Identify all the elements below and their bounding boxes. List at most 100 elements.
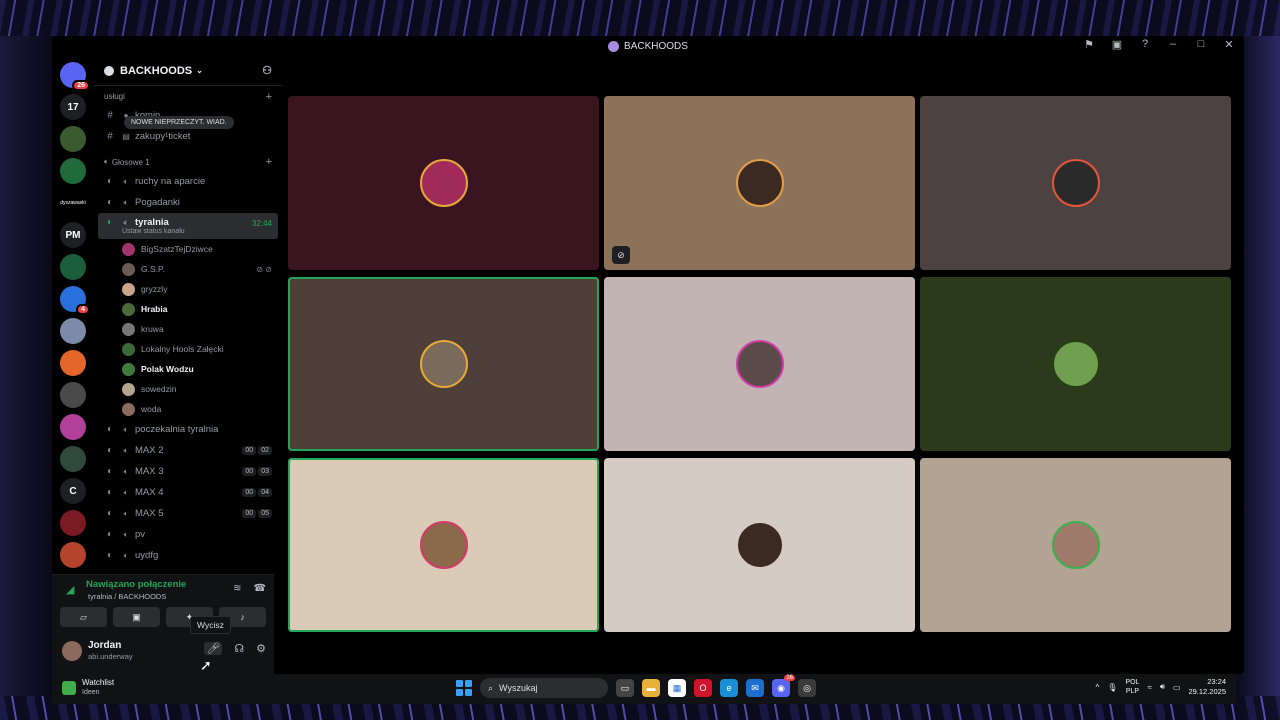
server-icon[interactable] <box>60 254 86 280</box>
participant-avatar <box>419 340 468 388</box>
opera-icon[interactable]: O <box>694 679 712 697</box>
user-limit-counter: 00 04 <box>242 488 272 497</box>
chevron-up-icon[interactable]: ^ <box>1096 683 1100 692</box>
server-icon[interactable]: dyszawaski <box>60 190 86 216</box>
voice-member[interactable]: sowedzin <box>98 379 278 399</box>
server-icon[interactable] <box>60 542 86 568</box>
video-tile[interactable] <box>920 96 1231 270</box>
hash-icon: # <box>107 110 113 121</box>
help-icon[interactable]: ? <box>1138 38 1152 51</box>
server-icon[interactable] <box>60 382 86 408</box>
server-icon[interactable] <box>60 158 86 184</box>
video-tile[interactable] <box>920 458 1231 632</box>
volume-icon[interactable]: 🔊︎ <box>1160 682 1165 692</box>
voice-channel[interactable]: ◐ 🔈︎ MAX 4 00 04 <box>98 482 278 503</box>
voice-channel[interactable]: ◐ 🔈︎ pv <box>98 524 278 545</box>
server-icon[interactable] <box>60 318 86 344</box>
server-icon[interactable]: 4 <box>60 286 90 315</box>
channel-status-text[interactable]: Ustaw status kanału <box>122 228 185 235</box>
server-icon[interactable] <box>60 126 86 152</box>
server-icon <box>608 40 620 52</box>
text-channel[interactable]: # ▤ zakupy¹ticket <box>98 126 278 147</box>
maximize-button[interactable]: □ <box>1194 38 1208 51</box>
voice-channel[interactable]: ◐ 🔈︎ ruchy na aparcie <box>98 171 278 192</box>
widgets-button[interactable]: Watchlist Ideen <box>62 678 114 697</box>
close-button[interactable]: ✕ <box>1222 38 1236 51</box>
voice-member[interactable]: Lokalny Hools Załęcki <box>98 339 278 359</box>
wifi-icon[interactable]: ≈ <box>1147 683 1151 692</box>
discord-icon[interactable]: ◉ 26 <box>772 675 795 697</box>
participant-avatar <box>1051 521 1100 569</box>
video-tile[interactable]: ⊘ <box>604 96 915 270</box>
headphones-icon[interactable]: ☊ <box>234 642 244 655</box>
disconnect-icon[interactable]: ☎ <box>254 583 266 594</box>
category-voice[interactable]: 🔈︎ Głosowe 1 + <box>98 153 278 171</box>
screen-share-icon[interactable]: ▣ <box>1110 38 1124 51</box>
voice-member[interactable]: BigSzatzTejDziwce <box>98 239 278 259</box>
avatar <box>122 402 135 416</box>
server-icon[interactable] <box>60 446 86 472</box>
user-name[interactable]: Jordan <box>88 640 121 651</box>
participant-avatar <box>419 159 468 207</box>
server-icon[interactable] <box>60 510 86 536</box>
avatar[interactable] <box>62 641 82 661</box>
watchlist-icon <box>62 680 76 695</box>
noise-suppression-icon[interactable]: ≋ <box>233 583 241 594</box>
camera-button[interactable]: ▱ <box>60 607 107 627</box>
voice-member[interactable]: Polak Wodzu <box>98 359 278 379</box>
start-button[interactable] <box>456 680 472 696</box>
search-box[interactable]: ⌕ Wyszukaj <box>480 678 608 698</box>
microphone-icon[interactable]: 🎤︎ <box>204 642 223 655</box>
microphone-tray-icon[interactable]: 🎙︎ <box>1107 683 1117 692</box>
voice-channel[interactable]: ◐ 🔈︎ MAX 2 00 02 <box>98 440 278 461</box>
gear-icon[interactable]: ⚙ <box>256 642 266 655</box>
voice-member[interactable]: kruwa <box>98 319 278 339</box>
server-icon[interactable]: 17 <box>60 94 86 120</box>
voice-member[interactable]: G.S.P. ⊘ ⊘ <box>98 259 278 279</box>
voice-member[interactable]: gryzzly <box>98 279 278 299</box>
guild-header[interactable]: BACKHOODS ⌄ ⚇ <box>94 56 282 86</box>
server-icon[interactable]: PM <box>60 222 86 248</box>
task-view-icon[interactable]: ▭ <box>616 679 634 697</box>
video-tile[interactable] <box>920 277 1231 451</box>
voice-channel[interactable]: ◐ 🔈︎ uydfg <box>98 545 278 566</box>
server-icon[interactable] <box>60 414 86 440</box>
outlook-icon[interactable]: ✉ <box>746 679 764 697</box>
screen-share-button[interactable]: ▣ <box>113 607 160 627</box>
voice-channel[interactable]: ◐ 🔈︎ Pogadanki <box>98 192 278 213</box>
voice-channel[interactable]: ◐ 🔈︎ MAX 3 00 03 <box>98 461 278 482</box>
edge-icon[interactable]: e <box>720 679 738 697</box>
explorer-icon[interactable]: ▬ <box>642 679 660 697</box>
server-icon[interactable]: C <box>60 478 86 504</box>
add-channel-icon[interactable]: + <box>266 91 272 103</box>
minimize-button[interactable]: – <box>1166 38 1180 51</box>
add-channel-icon[interactable]: + <box>266 156 272 168</box>
server-icon[interactable]: 26 <box>60 62 90 91</box>
voice-channel-active[interactable]: ◐ 🔈︎ tyralnia Ustaw status kanału 32:44 <box>98 213 278 239</box>
category-uslugi[interactable]: usługi + <box>98 88 278 105</box>
video-tile[interactable] <box>288 96 599 270</box>
voice-member[interactable]: Hrabia <box>98 299 278 319</box>
connection-channel[interactable]: tyralnia / BACKHOODS <box>88 592 166 601</box>
video-tile[interactable] <box>604 458 915 632</box>
signal-icon[interactable]: ◢ <box>66 583 74 596</box>
video-tile[interactable] <box>288 458 599 632</box>
video-tile[interactable] <box>288 277 599 451</box>
battery-icon[interactable]: ▭ <box>1173 683 1181 692</box>
voice-channel[interactable]: ◐ 🔈︎ MAX 5 00 05 <box>98 503 278 524</box>
speaker-icon: 🔈︎ <box>123 550 129 560</box>
connection-status[interactable]: Nawiązano połączenie <box>86 579 186 590</box>
voice-channel[interactable]: ◐ 🔈︎ poczekalnia tyralnia <box>98 419 278 440</box>
chrome-icon[interactable]: ◎ <box>798 679 816 697</box>
voice-member[interactable]: woda <box>98 399 278 419</box>
clock[interactable]: 23:24 29.12.2025 <box>1188 677 1226 697</box>
unread-tooltip[interactable]: NOWE NIEPRZECZYT. WIAD. <box>124 116 234 129</box>
store-icon[interactable]: ▦ <box>668 679 686 697</box>
user-tag[interactable]: abi.underway <box>88 652 133 661</box>
voice-channel-icon: ◐ <box>106 466 114 477</box>
video-tile[interactable] <box>604 277 915 451</box>
server-icon[interactable] <box>60 350 86 376</box>
language-switch[interactable]: POL PLP <box>1125 678 1139 696</box>
inbox-flag-icon[interactable]: ⚑ <box>1082 38 1096 51</box>
add-user-icon[interactable]: ⚇ <box>262 64 272 77</box>
